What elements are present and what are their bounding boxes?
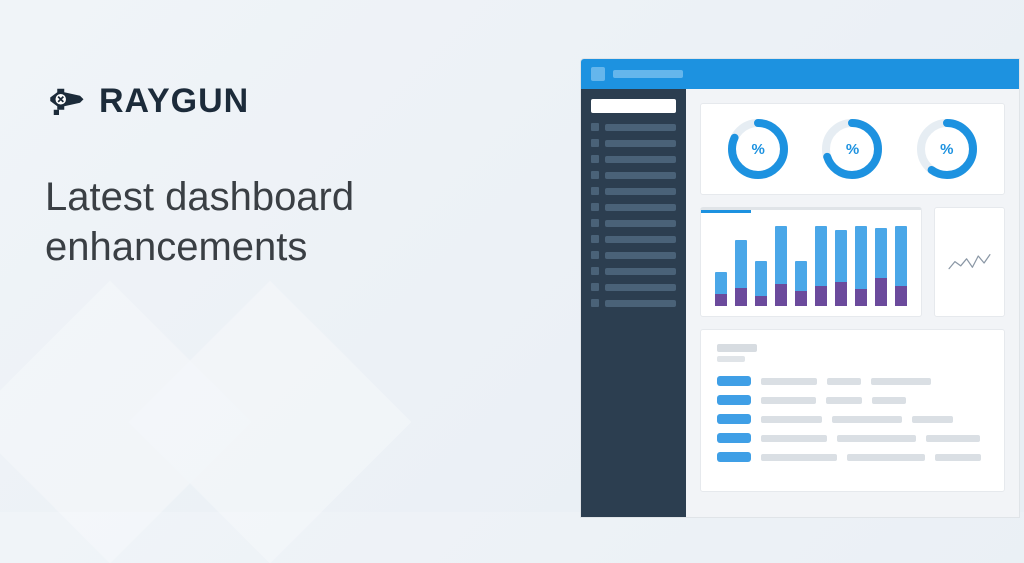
mock-sidebar-item	[591, 219, 676, 227]
page-headline: Latest dashboard enhancements	[45, 172, 445, 272]
background-decoration	[0, 262, 450, 562]
mock-search-input	[591, 99, 676, 113]
mock-app-icon	[591, 67, 605, 81]
brand-logo: RAYGUN	[45, 80, 445, 122]
mock-sidebar-item	[591, 139, 676, 147]
mock-gauge-row: %%%	[700, 103, 1005, 195]
mock-bar-column	[895, 226, 907, 306]
mock-sidebar-item	[591, 235, 676, 243]
mock-gauge: %	[821, 118, 883, 180]
mock-bar-column	[875, 226, 887, 306]
brand-name: RAYGUN	[99, 82, 249, 121]
mock-bar-column	[755, 226, 767, 306]
dashboard-mockup: %%%	[580, 58, 1020, 518]
raygun-icon	[45, 80, 87, 122]
mock-bar-column	[735, 226, 747, 306]
mock-sidebar	[581, 89, 686, 517]
mock-sidebar-item	[591, 155, 676, 163]
mock-list-row	[717, 395, 988, 405]
mock-bar-column	[815, 226, 827, 306]
mock-bar-chart	[700, 207, 922, 317]
mock-list-row	[717, 452, 988, 462]
mock-sidebar-item	[591, 187, 676, 195]
mock-gauge: %	[916, 118, 978, 180]
mock-sidebar-item	[591, 267, 676, 275]
mock-titlebar-text	[613, 70, 683, 78]
mock-line-chart	[934, 207, 1005, 317]
mock-list-card	[700, 329, 1005, 492]
mock-main-content: %%%	[686, 89, 1019, 517]
mock-window-titlebar	[581, 59, 1019, 89]
mock-bar-column	[715, 226, 727, 306]
mock-sidebar-item	[591, 283, 676, 291]
mock-list-row	[717, 414, 988, 424]
mock-bar-column	[835, 226, 847, 306]
mock-bar-column	[795, 226, 807, 306]
mock-sidebar-item	[591, 123, 676, 131]
mock-bar-column	[775, 226, 787, 306]
mock-list-row	[717, 433, 988, 443]
mock-sidebar-item	[591, 203, 676, 211]
mock-sidebar-item	[591, 171, 676, 179]
mock-sidebar-item	[591, 251, 676, 259]
mock-gauge: %	[727, 118, 789, 180]
mock-bar-column	[855, 226, 867, 306]
mock-sidebar-item	[591, 299, 676, 307]
mock-list-row	[717, 376, 988, 386]
